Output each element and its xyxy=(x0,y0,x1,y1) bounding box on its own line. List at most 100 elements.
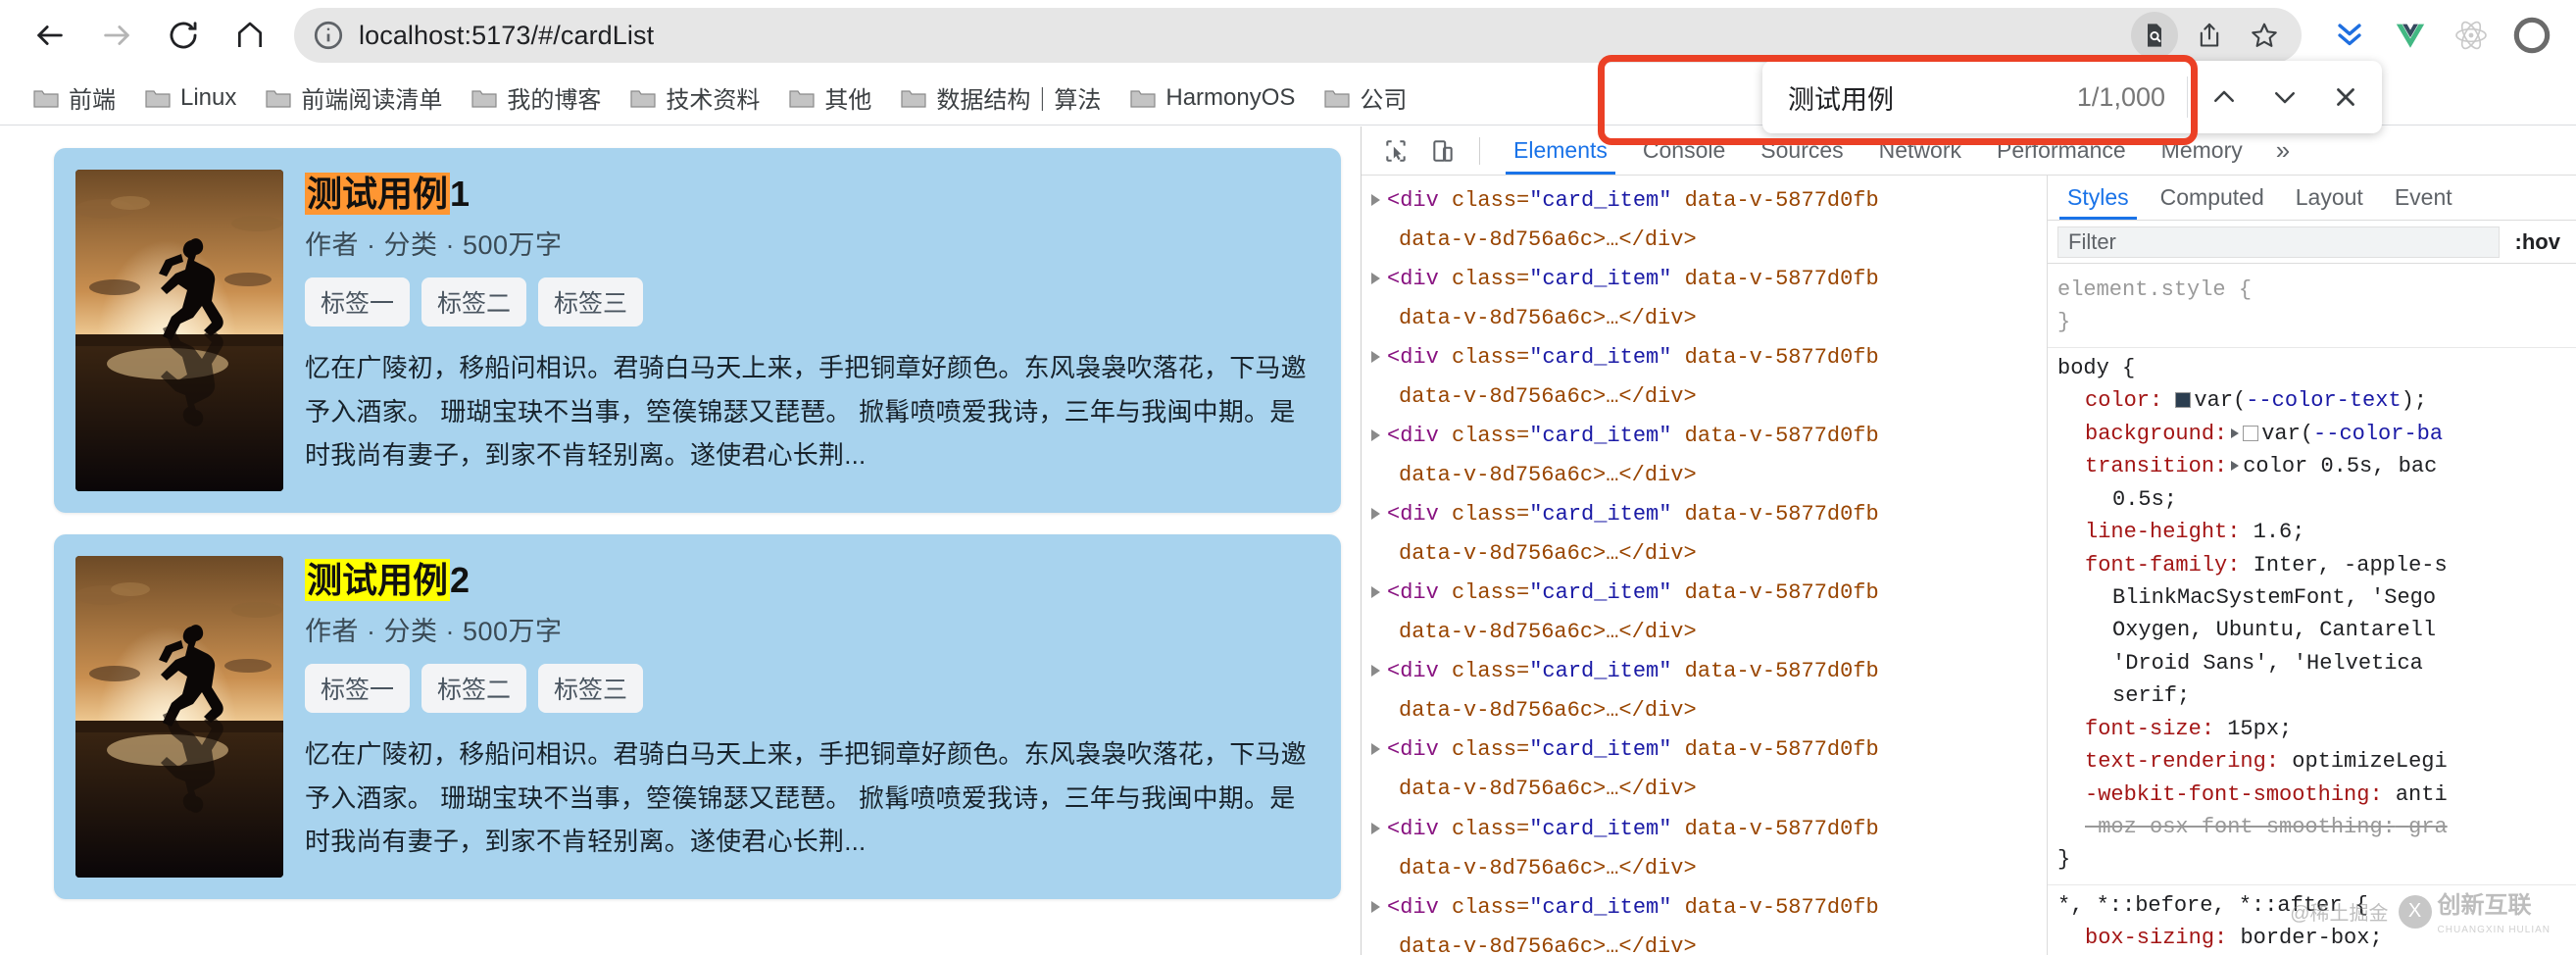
find-in-page-icon[interactable] xyxy=(2131,12,2178,59)
home-button[interactable] xyxy=(222,7,278,64)
bookmark-folder[interactable]: HarmonyOS xyxy=(1116,78,1309,118)
css-var-link[interactable]: --color-text xyxy=(2246,388,2401,413)
inspect-element-icon[interactable] xyxy=(1375,132,1416,170)
bookmark-folder[interactable]: 公司 xyxy=(1311,75,1420,121)
expand-triangle-icon[interactable] xyxy=(2231,427,2240,438)
card-tag[interactable]: 标签二 xyxy=(421,277,527,327)
dom-node[interactable]: <div class="card_item" data-v-5877d0fb d… xyxy=(1369,417,2047,495)
profile-avatar-icon[interactable] xyxy=(2509,13,2554,58)
dom-node[interactable]: <div class="card_item" data-v-5877d0fb d… xyxy=(1369,495,2047,574)
card-tag[interactable]: 标签三 xyxy=(538,664,644,713)
vue-devtools-icon[interactable] xyxy=(2388,13,2433,58)
dom-attr-value: "card_item" xyxy=(1529,188,1672,213)
dom-node[interactable]: <div class="card_item" data-v-5877d0fb d… xyxy=(1369,810,2047,888)
back-button[interactable] xyxy=(22,7,78,64)
css-value: gra xyxy=(2408,815,2448,839)
find-previous-button[interactable] xyxy=(2194,67,2254,127)
dom-node[interactable]: <div class="card_item" data-v-5877d0fb d… xyxy=(1369,888,2047,955)
css-declaration[interactable]: line-height: 1.6; xyxy=(2057,516,2566,548)
card-item[interactable]: 测试用例2 作者 · 分类 · 500万字 标签一 标签二 标签三 忆在广陵初，… xyxy=(54,534,1341,899)
css-value: var(--color-text); xyxy=(2194,388,2428,414)
dom-attr-name: class= xyxy=(1452,345,1530,371)
expand-arrow-icon[interactable] xyxy=(1371,194,1380,206)
folder-icon xyxy=(471,89,497,108)
dom-attr-scope: data-v-5877d0fb xyxy=(1684,659,1879,684)
expand-arrow-icon[interactable] xyxy=(1371,273,1380,285)
more-tabs-button[interactable]: » xyxy=(2260,135,2305,166)
styles-filter-input[interactable]: Filter xyxy=(2057,226,2500,258)
dom-node[interactable]: <div class="card_item" data-v-5877d0fb d… xyxy=(1369,652,2047,730)
expand-triangle-icon[interactable] xyxy=(2231,461,2240,472)
css-declaration[interactable]: font-family: Inter, -apple-s xyxy=(2057,549,2566,581)
css-declaration[interactable]: transition: color 0.5s, bac xyxy=(2057,450,2566,482)
card-tag[interactable]: 标签三 xyxy=(538,277,644,327)
expand-arrow-icon[interactable] xyxy=(1371,429,1380,442)
back-arrow-icon xyxy=(37,25,63,45)
find-in-page-bar[interactable]: 测试用例 1/1,000 xyxy=(1762,61,2382,133)
tab-memory[interactable]: Memory xyxy=(2144,126,2260,175)
find-highlight-current: 测试用例 xyxy=(305,173,451,215)
tab-console[interactable]: Console xyxy=(1625,126,1743,175)
css-rule-close: } xyxy=(2057,310,2071,335)
expand-arrow-icon[interactable] xyxy=(1371,822,1380,834)
css-rule-body[interactable]: body { color: var(--color-text); backgro… xyxy=(2048,348,2576,885)
card-tag[interactable]: 标签一 xyxy=(305,277,411,327)
card-item[interactable]: 测试用例1 作者 · 分类 · 500万字 标签一 标签二 标签三 忆在广陵初，… xyxy=(54,148,1341,513)
css-declaration[interactable]: font-size: 15px; xyxy=(2057,713,2566,745)
expand-arrow-icon[interactable] xyxy=(1371,743,1380,756)
find-close-button[interactable] xyxy=(2315,67,2376,127)
info-circle-icon[interactable] xyxy=(312,19,345,52)
tab-styles[interactable]: Styles xyxy=(2052,176,2145,220)
tab-sources[interactable]: Sources xyxy=(1743,126,1860,175)
expand-arrow-icon[interactable] xyxy=(1371,586,1380,599)
color-swatch[interactable] xyxy=(2243,425,2259,441)
device-toolbar-toggle-icon[interactable] xyxy=(1422,132,1463,170)
find-next-button[interactable] xyxy=(2254,67,2315,127)
expand-arrow-icon[interactable] xyxy=(1371,508,1380,521)
tab-computed[interactable]: Computed xyxy=(2145,176,2280,220)
card-tag[interactable]: 标签一 xyxy=(305,664,411,713)
reload-button[interactable] xyxy=(155,7,212,64)
bookmark-folder[interactable]: 我的博客 xyxy=(458,75,615,121)
download-chevrons-icon[interactable] xyxy=(2327,13,2372,58)
css-declaration[interactable]: text-rendering: optimizeLegi xyxy=(2057,745,2566,778)
tab-performance[interactable]: Performance xyxy=(1979,126,2144,175)
expand-arrow-icon[interactable] xyxy=(1371,665,1380,678)
address-bar[interactable]: localhost:5173/#/cardList xyxy=(294,8,2302,63)
find-query-input[interactable]: 测试用例 xyxy=(1788,78,2077,117)
bookmark-folder[interactable]: 前端 xyxy=(20,75,129,121)
css-declaration[interactable]: color: var(--color-text); xyxy=(2057,384,2566,417)
dom-node[interactable]: <div class="card_item" data-v-5877d0fb d… xyxy=(1369,260,2047,338)
tab-network[interactable]: Network xyxy=(1861,126,1979,175)
expand-arrow-icon[interactable] xyxy=(1371,351,1380,364)
react-devtools-icon[interactable] xyxy=(2449,13,2494,58)
expand-arrow-icon[interactable] xyxy=(1371,900,1380,913)
tab-elements[interactable]: Elements xyxy=(1496,126,1625,175)
bookmark-folder[interactable]: Linux xyxy=(131,78,250,118)
bookmark-folder[interactable]: 前端阅读清单 xyxy=(252,75,456,121)
dom-tree[interactable]: <div class="card_item" data-v-5877d0fb d… xyxy=(1362,176,2048,955)
find-highlight: 测试用例 xyxy=(305,559,451,601)
tab-event-listeners[interactable]: Event xyxy=(2379,176,2468,220)
dom-node[interactable]: <div class="card_item" data-v-5877d0fb d… xyxy=(1369,181,2047,260)
dom-node[interactable]: <div class="card_item" data-v-5877d0fb d… xyxy=(1369,574,2047,652)
css-declaration-disabled[interactable]: -moz-osx-font-smoothing: gra xyxy=(2057,811,2566,843)
card-tag[interactable]: 标签二 xyxy=(421,664,527,713)
bookmark-folder[interactable]: 技术资料 xyxy=(617,75,773,121)
dom-node[interactable]: <div class="card_item" data-v-5877d0fb d… xyxy=(1369,338,2047,417)
forward-button[interactable] xyxy=(88,7,145,64)
bookmark-folder[interactable]: 数据结构｜算法 xyxy=(887,75,1115,121)
css-declaration[interactable]: -webkit-font-smoothing: anti xyxy=(2057,779,2566,811)
bookmark-folder[interactable]: 其他 xyxy=(775,75,885,121)
tab-layout[interactable]: Layout xyxy=(2280,176,2379,220)
css-property: font-size: xyxy=(2085,716,2215,741)
share-icon[interactable] xyxy=(2186,12,2233,59)
css-declaration[interactable]: background: var(--color-ba xyxy=(2057,418,2566,450)
color-swatch[interactable] xyxy=(2175,392,2192,409)
css-var-link[interactable]: --color-ba xyxy=(2313,422,2443,446)
card-tags: 标签一 标签二 标签三 xyxy=(305,277,1319,327)
bookmark-star-icon[interactable] xyxy=(2241,12,2288,59)
css-rule-element-style[interactable]: element.style { } xyxy=(2048,270,2576,348)
dom-node[interactable]: <div class="card_item" data-v-5877d0fb d… xyxy=(1369,730,2047,809)
hover-state-button[interactable]: :hov xyxy=(2509,229,2566,255)
